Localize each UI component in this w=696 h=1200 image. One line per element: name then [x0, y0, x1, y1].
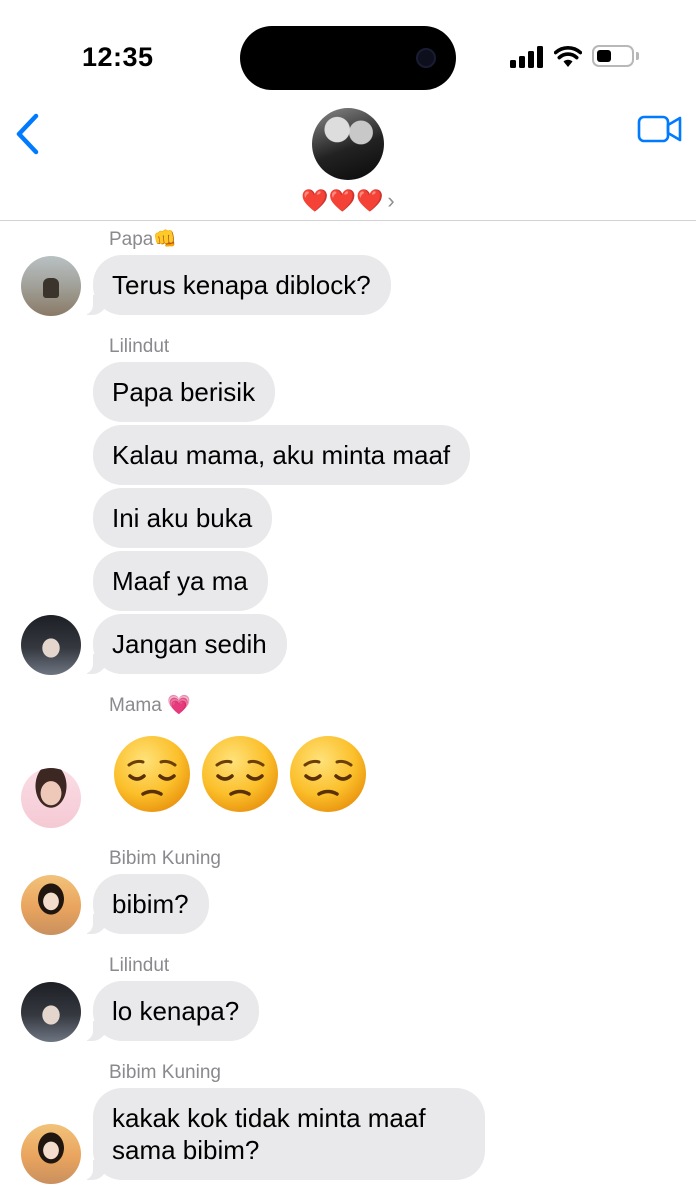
front-camera [416, 48, 436, 68]
pensive-face-emoji [114, 736, 190, 812]
sender-name: Lilindut [109, 336, 170, 357]
header-divider [0, 220, 696, 221]
avatar-bibim-kuning[interactable] [21, 1124, 81, 1184]
group-avatar[interactable] [312, 108, 384, 180]
chevron-right-icon: › [387, 188, 395, 213]
message-bubble[interactable]: lo kenapa? [82, 981, 260, 1041]
message-bubble[interactable]: kakak kok tidak minta maaf sama bibim? [83, 1088, 485, 1180]
message-bubble[interactable]: Papa berisik [93, 362, 276, 422]
message-bubble[interactable]: Kalau mama, aku minta maaf [93, 425, 471, 485]
battery-icon [592, 45, 634, 67]
sender-name: Mama 💗 [109, 695, 191, 716]
status-time: 12:35 [82, 42, 154, 72]
group-name: ❤️❤️❤️ [301, 188, 384, 213]
messages-screen: 12:35 ❤️❤️❤️ › Papa👊 Terus kenapa diblock… [0, 0, 696, 1200]
sender-name: Papa👊 [109, 229, 178, 250]
video-call-button[interactable] [636, 112, 684, 146]
avatar-mama[interactable] [21, 768, 81, 828]
cellular-signal-icon [510, 46, 546, 68]
pensive-face-emoji [290, 736, 366, 812]
wifi-icon [554, 46, 582, 67]
message-bubble[interactable]: Jangan sedih [83, 614, 287, 674]
pensive-face-emoji [202, 736, 278, 812]
avatar-papa[interactable] [21, 256, 81, 316]
sender-name: Bibim Kuning [109, 848, 221, 869]
battery-nub [636, 52, 639, 60]
message-bubble[interactable]: Terus kenapa diblock? [83, 255, 391, 315]
sender-name: Bibim Kuning [109, 1062, 221, 1083]
message-bubble[interactable]: bibim? [83, 874, 209, 934]
video-camera-icon [637, 115, 682, 143]
chevron-left-icon [16, 113, 39, 155]
back-button[interactable] [10, 110, 46, 158]
message-bubble[interactable]: Maaf ya ma [93, 551, 268, 611]
avatar-lilindut[interactable] [21, 982, 81, 1042]
avatar-lilindut[interactable] [21, 615, 81, 675]
avatar-bibim-kuning[interactable] [21, 875, 81, 935]
dynamic-island [240, 26, 456, 90]
sender-name: Lilindut [109, 955, 170, 976]
message-bubble[interactable]: Ini aku buka [93, 488, 273, 548]
group-name-button[interactable]: ❤️❤️❤️ › [0, 186, 696, 216]
emoji-message[interactable] [112, 734, 368, 818]
